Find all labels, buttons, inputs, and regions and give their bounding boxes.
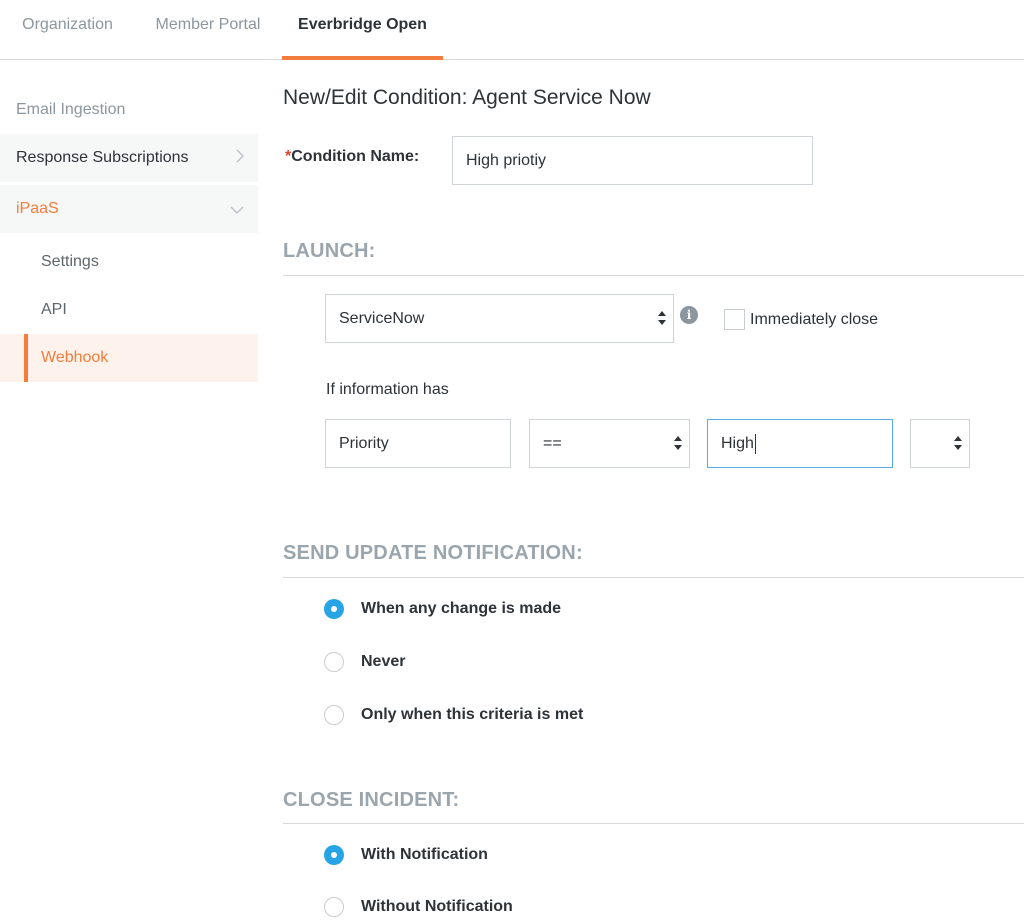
select-arrows-icon [658,311,666,325]
close-incident-divider [283,823,1024,824]
sidebar-item-label: Settings [41,253,99,270]
chevron-right-icon [236,134,244,182]
condition-name-input[interactable]: High priotiy [452,136,813,185]
send-update-heading: SEND UPDATE NOTIFICATION: [283,542,583,564]
if-information-label: If information has [326,381,449,398]
radio-label-only-when-criteria: Only when this criteria is met [361,706,584,723]
radio-when-any-change[interactable] [324,599,344,619]
sidebar-item-label: Response Subscriptions [16,149,189,166]
immediately-close-label: Immediately close [750,311,879,328]
launch-heading: LAUNCH: [283,240,376,262]
page-title: New/Edit Condition: Agent Service Now [283,86,651,109]
chevron-down-icon [230,185,244,233]
immediately-close-checkbox[interactable] [724,309,745,330]
active-indicator [24,334,28,382]
sidebar-item-ipaas[interactable]: iPaaS [0,185,258,233]
info-icon[interactable]: i [680,306,698,324]
radio-label-never: Never [361,653,406,670]
sidebar-item-label: Email Ingestion [16,101,126,118]
sidebar-item-email-ingestion[interactable]: Email Ingestion [0,86,258,134]
radio-label-when-any-change: When any change is made [361,600,562,617]
condition-name-label-text: Condition Name: [291,148,420,165]
radio-label-without-notification: Without Notification [361,898,513,915]
condition-name-label: *Condition Name: [285,148,419,166]
sidebar-item-api[interactable]: API [0,286,258,334]
launch-divider [283,275,1024,276]
service-select-value: ServiceNow [339,310,425,327]
service-select[interactable]: ServiceNow [325,294,674,343]
top-navigation: Organization Member Portal Everbridge Op… [0,0,1024,60]
sidebar-item-response-subscriptions[interactable]: Response Subscriptions [0,134,258,182]
text-cursor [754,433,756,454]
sidebar-item-webhook[interactable]: Webhook [0,334,258,382]
sidebar-item-label: API [41,301,67,318]
radio-label-with-notification: With Notification [361,846,488,863]
radio-never[interactable] [324,652,344,672]
tab-everbridge-open[interactable]: Everbridge Open [282,0,443,60]
radio-with-notification[interactable] [324,845,344,865]
operator-select-value: == [543,435,562,452]
tab-organization[interactable]: Organization [20,0,115,60]
select-arrows-icon [954,436,962,450]
field-input[interactable]: Priority [325,419,511,468]
extra-select[interactable] [910,419,970,468]
send-update-divider [283,577,1024,578]
tab-member-portal[interactable]: Member Portal [155,0,261,60]
select-arrows-icon [674,436,682,450]
radio-without-notification[interactable] [324,897,344,917]
radio-only-when-criteria[interactable] [324,705,344,725]
sidebar-item-label: Webhook [41,349,109,366]
sidebar-item-label: iPaaS [16,200,59,217]
sidebar-item-settings[interactable]: Settings [0,238,258,286]
match-value-text: High [721,435,754,452]
match-value-input[interactable]: High [707,419,893,468]
operator-select[interactable]: == [529,419,690,468]
close-incident-heading: CLOSE INCIDENT: [283,789,460,811]
